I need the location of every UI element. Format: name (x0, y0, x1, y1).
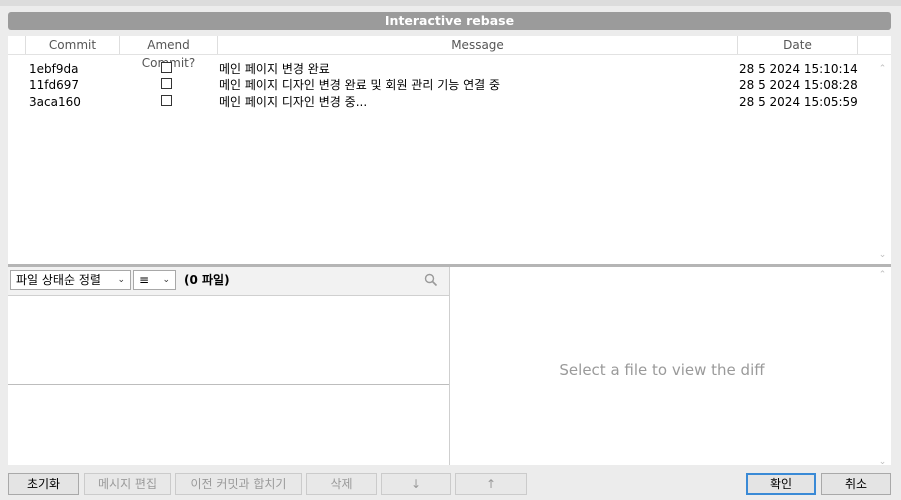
file-count: (0 파일) (184, 273, 230, 287)
sort-dropdown[interactable]: 파일 상태순 정렬 ⌄ (10, 270, 131, 290)
column-header-spacer (857, 36, 891, 54)
cancel-button[interactable]: 취소 (821, 473, 891, 495)
ok-button[interactable]: 확인 (746, 473, 816, 495)
files-toolbar: 파일 상태순 정렬 ⌄ ≡ ⌄ (0 파일) (8, 267, 449, 296)
commit-hash: 1ebf9da (29, 62, 79, 76)
column-header-amend[interactable]: Amend Commit? (119, 36, 217, 70)
commit-message: 메인 페이지 디자인 변경 중... (219, 95, 368, 109)
commit-row[interactable]: 3aca160 메인 페이지 디자인 변경 중... 28 5 2024 15:… (8, 94, 874, 110)
diff-panel: Select a file to view the diff ⌃ ⌄ (450, 267, 891, 471)
unstaged-files-list[interactable] (8, 385, 449, 471)
commit-table: Commit Amend Commit? Message Date 1ebf9d… (8, 36, 891, 265)
move-up-button[interactable]: ↑ (455, 473, 527, 495)
commit-table-header: Commit Amend Commit? Message Date (8, 36, 891, 70)
commit-row[interactable]: 1ebf9da 메인 페이지 변경 완료 28 5 2024 15:10:14 (8, 61, 874, 77)
column-header-message[interactable]: Message (217, 36, 737, 54)
edit-message-button[interactable]: 메시지 편집 (84, 473, 171, 495)
amend-checkbox[interactable] (161, 62, 172, 73)
commit-hash: 3aca160 (29, 95, 81, 109)
commit-message: 메인 페이지 디자인 변경 완료 및 회원 관리 기능 연결 중 (219, 78, 501, 92)
reset-button[interactable]: 초기화 (8, 473, 79, 495)
commit-row[interactable]: 11fd697 메인 페이지 디자인 변경 완료 및 회원 관리 기능 연결 중… (8, 77, 874, 93)
scroll-down-icon[interactable]: ⌄ (878, 251, 887, 260)
list-icon: ≡ (139, 273, 150, 287)
diff-placeholder: Select a file to view the diff (559, 361, 765, 379)
scroll-up-icon[interactable]: ⌃ (878, 271, 887, 280)
view-mode-dropdown[interactable]: ≡ ⌄ (133, 270, 176, 290)
commit-date: 28 5 2024 15:08:28 (739, 78, 858, 92)
diff-scrollbar[interactable]: ⌃ ⌄ (874, 267, 891, 471)
dialog-title: Interactive rebase (8, 12, 891, 30)
commit-table-scrollbar[interactable]: ⌃ ⌄ (874, 55, 891, 264)
files-panel: 파일 상태순 정렬 ⌄ ≡ ⌄ (0 파일) (8, 267, 450, 471)
squash-previous-button[interactable]: 이전 커밋과 합치기 (175, 473, 302, 495)
commit-date: 28 5 2024 15:10:14 (739, 62, 858, 76)
amend-checkbox[interactable] (161, 95, 172, 106)
chevron-down-icon: ⌄ (117, 275, 125, 285)
chevron-down-icon: ⌄ (162, 275, 170, 285)
column-header-commit[interactable]: Commit (25, 36, 119, 54)
commit-date: 28 5 2024 15:05:59 (739, 95, 858, 109)
column-header-date[interactable]: Date (737, 36, 857, 54)
button-bar: 초기화 메시지 편집 이전 커밋과 합치기 삭제 ↓ ↑ 확인 취소 (0, 465, 901, 500)
sort-dropdown-label: 파일 상태순 정렬 (16, 273, 101, 287)
commit-hash: 11fd697 (29, 78, 80, 92)
search-icon[interactable] (424, 273, 438, 287)
commit-message: 메인 페이지 변경 완료 (219, 62, 330, 76)
amend-checkbox[interactable] (161, 78, 172, 89)
move-down-button[interactable]: ↓ (381, 473, 451, 495)
interactive-rebase-dialog: Interactive rebase Commit Amend Commit? … (0, 6, 901, 500)
scroll-up-icon[interactable]: ⌃ (878, 65, 887, 74)
staged-files-list[interactable] (8, 296, 449, 385)
delete-button[interactable]: 삭제 (306, 473, 377, 495)
